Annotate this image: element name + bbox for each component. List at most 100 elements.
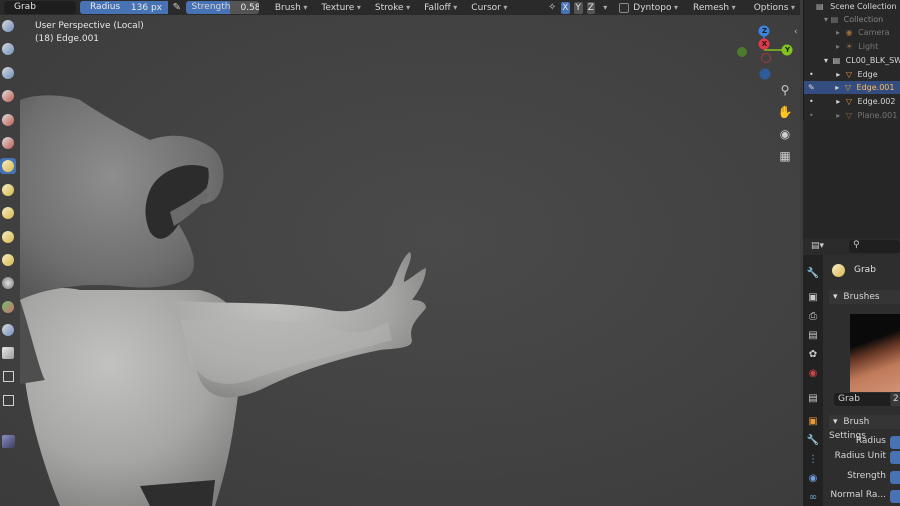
mesh-icon: ▽ <box>845 97 852 106</box>
gizmo-y-label[interactable]: Y <box>782 45 793 56</box>
options-menu[interactable]: Options <box>749 3 800 13</box>
mesh-icon: ▽ <box>845 70 852 79</box>
thumb-tool[interactable] <box>0 205 16 221</box>
scene-collection-row[interactable]: ▤ Scene Collection <box>816 0 897 13</box>
light-label: Light <box>858 42 879 51</box>
radius-setting-field[interactable] <box>890 436 900 449</box>
radius-field[interactable]: Radius 136 px <box>80 1 168 14</box>
cl-collection-label: CL00_BLK_SW <box>845 56 900 65</box>
brush-menu[interactable]: Brush <box>270 3 313 13</box>
symmetry-icon[interactable]: ✧ <box>547 2 557 14</box>
inflate-icon <box>2 136 14 149</box>
box-mask-icon <box>2 371 14 383</box>
collection-tab-icon[interactable]: ▤ <box>806 391 820 405</box>
mesh-icon: ▽ <box>844 83 851 92</box>
radius-unit-field[interactable] <box>890 451 900 464</box>
dyntopo-toggle[interactable]: Dyntopo <box>619 2 678 13</box>
falloff-menu[interactable]: Falloff <box>419 3 462 13</box>
brush-preview-thumbnail[interactable] <box>850 314 900 392</box>
editor-type-icon[interactable]: ▤▾ <box>811 241 824 251</box>
stroke-menu[interactable]: Stroke <box>370 3 415 13</box>
tool-tab-icon[interactable]: 🔧 <box>806 266 820 280</box>
camera-view-icon[interactable]: ◉ <box>776 125 794 143</box>
active-tool-field[interactable]: Grab <box>4 1 76 14</box>
pan-hand-icon[interactable]: ✋ <box>776 103 794 121</box>
draw-tool[interactable] <box>0 18 16 34</box>
box-mask-tool[interactable] <box>0 369 16 385</box>
gizmo-x-label[interactable]: X <box>759 39 770 50</box>
brush-selector-field[interactable]: Grab <box>834 393 890 406</box>
axis-x-toggle[interactable]: X <box>561 1 570 14</box>
outliner-panel: ▤ Scene Collection ▾ ▤ Collection ▸ ◉ Ca… <box>803 0 900 120</box>
cl-collection-row[interactable]: ▾ ▤ CL00_BLK_SW <box>824 54 900 67</box>
remesh-menu[interactable]: Remesh <box>688 3 741 13</box>
symmetry-dropdown[interactable] <box>599 3 611 13</box>
collapse-arrow-icon: ▸ <box>836 28 841 37</box>
collection-row[interactable]: ▾ ▤ Collection <box>824 13 883 26</box>
light-row[interactable]: ▸ ☀ Light <box>836 40 878 53</box>
modifier-tab-icon[interactable]: 🔧 <box>806 433 820 447</box>
particles-tab-icon[interactable]: ⋮ <box>806 452 820 466</box>
nudge-tool[interactable] <box>0 252 16 268</box>
outliner-item-edge[interactable]: • ▸ ▽ Edge <box>804 68 900 81</box>
gizmo-z-label[interactable]: Z <box>759 26 770 37</box>
collection-icon: ▤ <box>832 56 841 65</box>
layer-tool[interactable] <box>0 112 16 128</box>
tool-header: Grab Radius 136 px ✎ Strength 0.589 Brus… <box>0 0 800 15</box>
brush-settings-panel-header[interactable]: ▾ Brush Settings <box>829 415 900 441</box>
brush-user-count-label: 2 <box>893 394 899 404</box>
constraints-tab-icon[interactable]: ∞ <box>806 490 820 504</box>
mask-tool[interactable] <box>0 299 16 315</box>
clay-icon <box>2 66 14 79</box>
grab-icon <box>2 160 14 173</box>
annotate-tool[interactable] <box>0 345 16 361</box>
physics-tab-icon[interactable]: ◉ <box>806 471 820 485</box>
sidebar-collapse-icon[interactable]: ‹ <box>794 27 798 37</box>
layer-icon <box>2 113 14 126</box>
face-sets-icon <box>2 324 14 337</box>
rotate-tool[interactable] <box>0 275 16 291</box>
viewport-3d[interactable]: User Perspective (Local) (18) Edge.001 <box>0 15 800 506</box>
output-tab-icon[interactable]: ⎙ <box>806 309 820 323</box>
zoom-icon[interactable]: ⚲ <box>776 81 794 99</box>
collapse-arrow-icon: ▸ <box>836 97 841 106</box>
brush-name-row: Grab <box>832 262 876 278</box>
snake-hook-tool[interactable] <box>0 182 16 198</box>
pose-tool[interactable] <box>0 229 16 245</box>
perspective-label: User Perspective (Local) <box>35 21 144 31</box>
strength-setting-field[interactable] <box>890 471 900 484</box>
view-layer-tab-icon[interactable]: ▤ <box>806 328 820 342</box>
brushes-panel-header[interactable]: ▾ Brushes <box>829 290 900 304</box>
pen-pressure-icon[interactable]: ✎ <box>172 2 182 14</box>
brush-user-count[interactable]: 2 <box>891 393 900 406</box>
inflate-tool[interactable] <box>0 135 16 151</box>
clay-strips-tool[interactable] <box>0 88 16 104</box>
strength-field[interactable]: Strength 0.589 <box>185 1 259 14</box>
visibility-dot-icon: • <box>809 70 814 79</box>
scene-tab-icon[interactable]: ✿ <box>806 347 820 361</box>
draw-sharp-tool[interactable] <box>0 41 16 57</box>
normal-radius-field[interactable] <box>890 490 900 503</box>
brushes-panel-label: Brushes <box>843 292 880 302</box>
outliner-item-edge-001[interactable]: ✎ ▸ ▽ Edge.001 <box>804 81 900 94</box>
dyntopo-checkbox[interactable] <box>619 2 630 13</box>
ortho-grid-icon[interactable]: ▦ <box>776 147 794 165</box>
outliner-item-edge-002[interactable]: • ▸ ▽ Edge.002 <box>804 95 900 108</box>
collapse-arrow-icon: ▸ <box>835 83 840 92</box>
render-tab-icon[interactable]: ▣ <box>806 290 820 304</box>
clay-tool[interactable] <box>0 65 16 81</box>
thumb-icon <box>2 207 14 220</box>
strength-setting-row: Strength <box>823 471 900 484</box>
cursor-menu[interactable]: Cursor <box>466 3 512 13</box>
box-hide-tool[interactable] <box>0 392 16 408</box>
empty-panel-area <box>803 120 900 238</box>
texture-menu[interactable]: Texture <box>316 3 366 13</box>
mesh-filter-tool[interactable] <box>0 433 16 449</box>
draw-face-sets-tool[interactable] <box>0 322 16 338</box>
object-tab-icon[interactable]: ▣ <box>806 414 820 428</box>
camera-row[interactable]: ▸ ◉ Camera <box>836 26 890 39</box>
axis-z-toggle[interactable]: Z <box>586 1 596 14</box>
grab-tool[interactable] <box>0 158 16 175</box>
world-tab-icon[interactable]: ◉ <box>806 366 820 380</box>
axis-y-toggle[interactable]: Y <box>573 1 583 14</box>
